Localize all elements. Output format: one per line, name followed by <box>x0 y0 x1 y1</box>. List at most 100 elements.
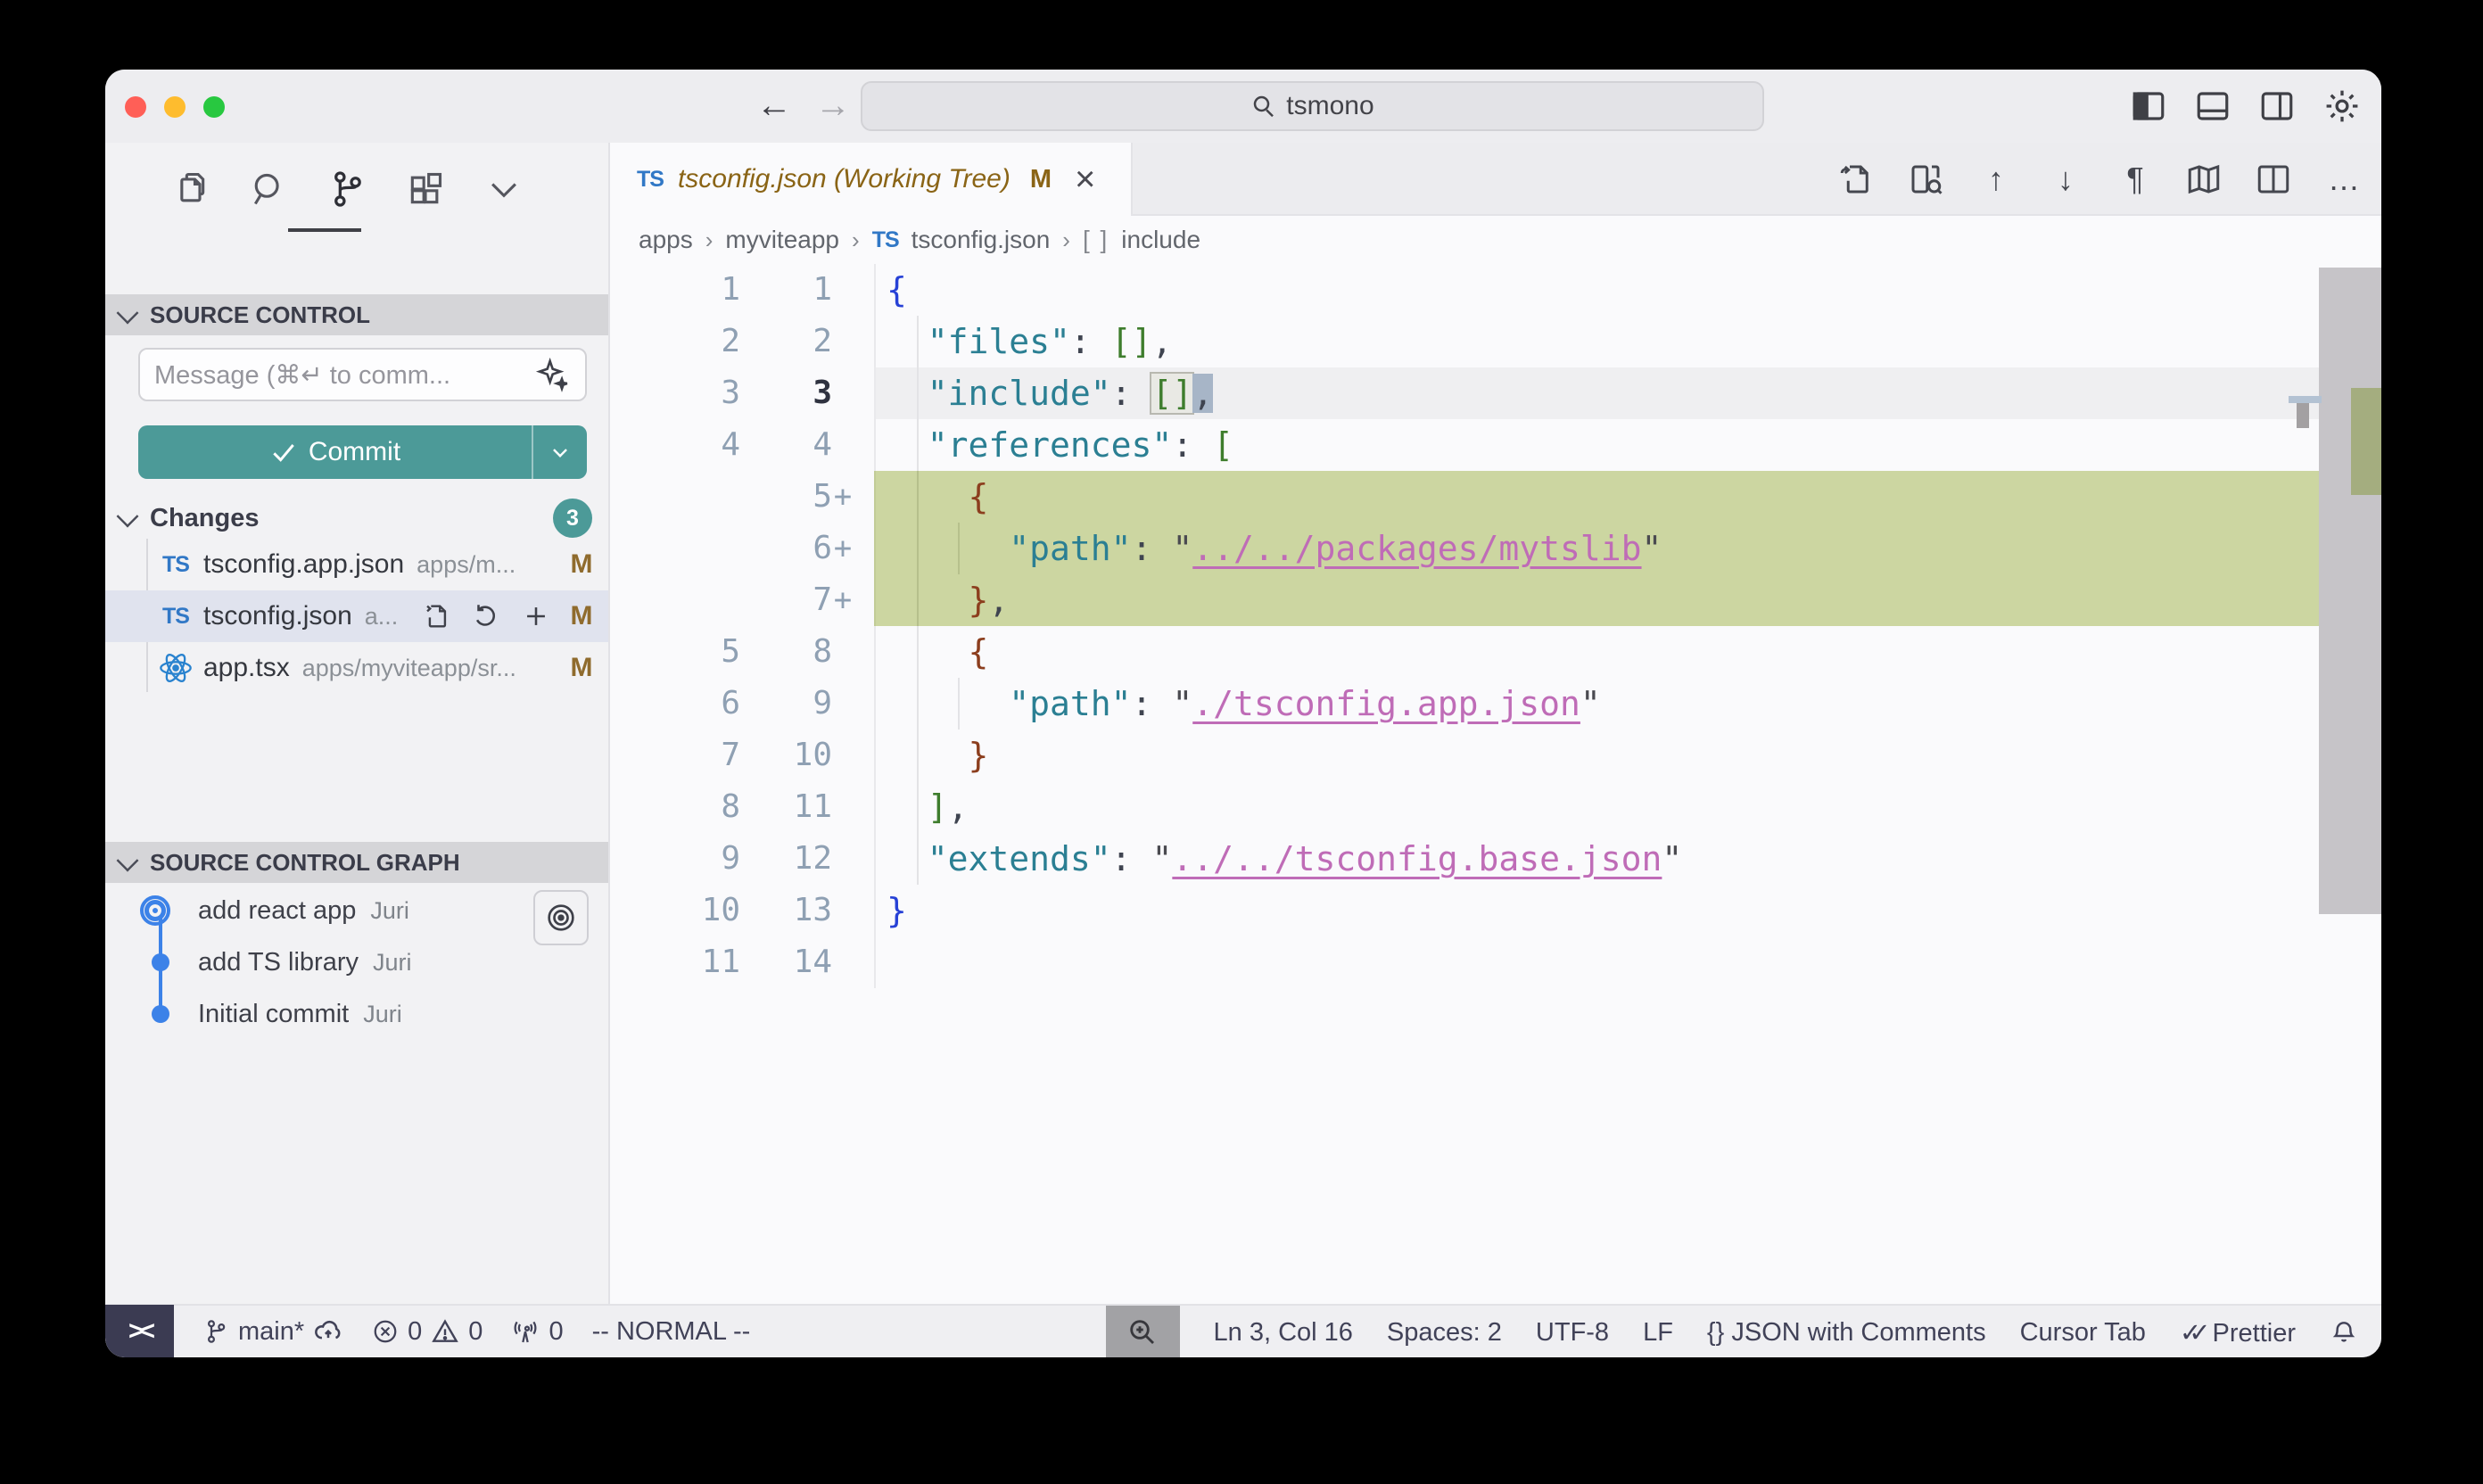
new-line-number: 3 <box>740 367 854 419</box>
stage-changes-icon[interactable] <box>521 601 551 631</box>
split-editor-icon[interactable] <box>2255 161 2294 198</box>
code-editor[interactable]: 11{22 "files": [],33 "include": [],44 "r… <box>610 264 2381 1304</box>
magnifier-plus-icon <box>1126 1316 1159 1348</box>
code-line-content[interactable] <box>874 936 2381 988</box>
added-line-plus <box>832 730 854 781</box>
breadcrumb-item-myviteapp[interactable]: myviteapp <box>725 226 839 254</box>
remote-indicator-button[interactable]: >< <box>105 1305 174 1357</box>
search-sidebar-icon[interactable] <box>248 169 289 210</box>
check-icon <box>269 438 298 466</box>
previous-change-icon[interactable]: ↑ <box>1976 161 2016 198</box>
overview-ruler-selection-mark <box>2289 396 2322 403</box>
toggle-secondary-sidebar-icon[interactable] <box>2258 87 2296 125</box>
changes-file-row[interactable]: app.tsxapps/myviteapp/sr...M <box>105 642 608 694</box>
cursor-position-item[interactable]: Ln 3, Col 16 <box>1214 1318 1353 1348</box>
more-views-chevron-icon[interactable] <box>483 169 524 210</box>
source-control-graph-header[interactable]: SOURCE CONTROL GRAPH <box>105 842 608 883</box>
code-line-content[interactable]: } <box>874 885 2381 936</box>
code-line: 69 "path": "./tsconfig.app.json" <box>610 678 2381 730</box>
changes-section-header[interactable]: Changes 3 <box>105 498 608 539</box>
commit-dropdown-button[interactable] <box>532 425 587 479</box>
explorer-icon[interactable] <box>169 169 210 210</box>
toggle-panel-icon[interactable] <box>2194 87 2231 125</box>
activity-bar <box>105 150 608 228</box>
source-control-icon[interactable] <box>326 169 367 210</box>
goto-current-commit-button[interactable] <box>533 890 589 945</box>
tab-tsconfig-json-working-tree[interactable]: TS tsconfig.json (Working Tree) M × <box>610 143 1133 216</box>
path-link: ../../tsconfig.base.json <box>1172 839 1662 878</box>
commit-row[interactable]: Initial commitJuri <box>105 988 608 1040</box>
window-close-button[interactable] <box>125 96 146 118</box>
eol-item[interactable]: LF <box>1643 1318 1673 1348</box>
changes-file-row[interactable]: TStsconfig.app.jsonapps/m...M <box>105 539 608 590</box>
error-count: 0 <box>408 1317 422 1347</box>
code-line-content[interactable]: "extends": "../../tsconfig.base.json" <box>874 833 2381 885</box>
history-back-button[interactable]: ← <box>756 86 792 125</box>
new-line-number: 8 <box>740 626 854 678</box>
more-actions-icon[interactable]: … <box>2324 161 2363 198</box>
commit-message: add react app <box>198 896 356 926</box>
breadcrumb-item-tsconfig[interactable]: tsconfig.json <box>912 226 1051 254</box>
new-line-number: 14 <box>740 936 854 988</box>
toggle-primary-sidebar-icon[interactable] <box>2130 87 2167 125</box>
file-path: a... <box>365 603 421 631</box>
indentation-item[interactable]: Spaces: 2 <box>1387 1318 1502 1348</box>
window-minimize-button[interactable] <box>164 96 186 118</box>
word-wrap-map-icon[interactable] <box>2185 161 2224 198</box>
added-line-plus <box>832 833 854 885</box>
open-file-icon[interactable] <box>421 601 451 631</box>
open-file-icon[interactable] <box>1837 161 1877 198</box>
commit-message-placeholder: Message (⌘↵ to comm... <box>154 359 535 391</box>
code-line-content[interactable]: "files": [], <box>874 316 2381 367</box>
code-line-content[interactable]: } <box>874 730 2381 781</box>
discard-changes-icon[interactable] <box>471 601 501 631</box>
code-line-content[interactable]: { <box>874 264 2381 316</box>
extensions-icon[interactable] <box>405 169 446 210</box>
tab-close-icon[interactable]: × <box>1075 161 1095 197</box>
tab-title: tsconfig.json (Working Tree) <box>678 164 1011 194</box>
branch-status-item[interactable]: main* <box>202 1316 343 1347</box>
language-mode-item[interactable]: {} JSON with Comments <box>1707 1318 1986 1348</box>
screencast-zoom-button[interactable] <box>1106 1306 1180 1357</box>
notifications-bell-icon[interactable] <box>2330 1318 2358 1347</box>
code-line-content[interactable]: "include": [], <box>874 367 2381 419</box>
settings-gear-icon[interactable] <box>2322 87 2362 126</box>
command-center-search[interactable]: tsmono <box>861 81 1764 131</box>
changes-file-row[interactable]: TStsconfig.jsona...M <box>105 590 608 642</box>
code-line-content[interactable]: { <box>874 626 2381 678</box>
history-forward-button[interactable]: → <box>815 86 851 125</box>
commit-message-input[interactable]: Message (⌘↵ to comm... <box>138 348 587 401</box>
new-line-number: 11 <box>740 781 854 833</box>
code-line-content[interactable]: { <box>874 471 2381 523</box>
problems-status-item[interactable]: 0 0 <box>372 1317 483 1347</box>
sync-cloud-icon <box>313 1316 343 1347</box>
commit-row[interactable]: add TS libraryJuri <box>105 936 608 988</box>
toggle-whitespace-icon[interactable]: ¶ <box>2116 161 2155 198</box>
vim-mode-indicator: -- NORMAL -- <box>592 1317 751 1347</box>
status-bar: >< main* 0 0 0 -- NORMAL -- Ln 3, Col 16… <box>105 1304 2381 1357</box>
breadcrumb-item-include[interactable]: include <box>1121 226 1200 254</box>
breadcrumb-item-apps[interactable]: apps <box>639 226 693 254</box>
formatter-item[interactable]: ✓✓Prettier <box>2180 1317 2296 1348</box>
source-control-header[interactable]: SOURCE CONTROL <box>105 294 608 335</box>
indent-guide <box>917 678 919 730</box>
code-line-content[interactable]: }, <box>874 574 2381 626</box>
encoding-item[interactable]: UTF-8 <box>1536 1318 1609 1348</box>
ports-status-item[interactable]: 0 <box>511 1317 563 1347</box>
open-changes-editor-icon[interactable] <box>1907 161 1946 198</box>
sparkle-ai-icon[interactable] <box>535 357 571 392</box>
code-line-content[interactable]: ], <box>874 781 2381 833</box>
window-maximize-button[interactable] <box>203 96 225 118</box>
head-commit-dot <box>144 900 166 921</box>
commit-author: Juri <box>370 897 409 925</box>
code-line: 710 } <box>610 730 2381 781</box>
next-change-icon[interactable]: ↓ <box>2046 161 2085 198</box>
scrollbar-slider[interactable] <box>2319 268 2381 914</box>
commit-button[interactable]: Commit <box>138 425 587 479</box>
active-view-underline <box>288 228 361 232</box>
code-line-content[interactable]: "references": [ <box>874 419 2381 471</box>
code-line-content[interactable]: "path": "../../packages/mytslib" <box>874 523 2381 574</box>
code-line-content[interactable]: "path": "./tsconfig.app.json" <box>874 678 2381 730</box>
cursor-tab-item[interactable]: Cursor Tab <box>2020 1318 2146 1348</box>
editor-title-actions: ↑ ↓ ¶ … <box>1837 143 2363 216</box>
